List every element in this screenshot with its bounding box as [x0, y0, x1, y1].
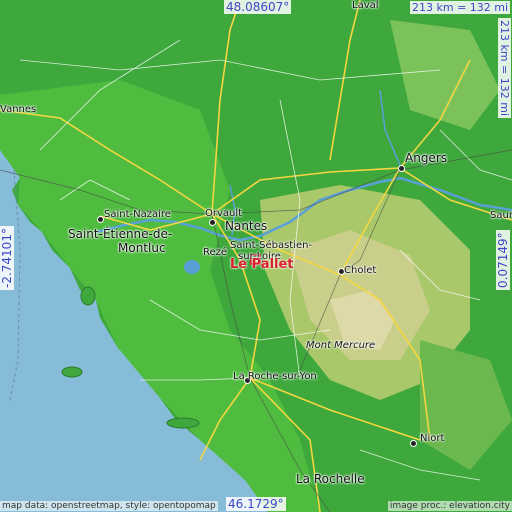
- place-label-saint-nazaire: Saint-Nazaire: [104, 209, 171, 220]
- place-label-reze: Rezé: [203, 247, 228, 258]
- image-processing-credit: image proc.: elevation.city: [387, 501, 512, 511]
- top-latitude-label: 48.08607°: [224, 0, 292, 14]
- horizontal-scale-label: 213 km = 132 mi: [410, 1, 511, 14]
- map-data-credit: map data: openstreetmap, style: opentopo…: [0, 501, 218, 511]
- place-label-cholet: Cholet: [344, 265, 377, 276]
- left-longitude-label: -2.74101°: [0, 226, 14, 290]
- place-label-montluc: Montluc: [118, 241, 166, 255]
- map-view[interactable]: Vannes Saint-Nazaire Saint-Étienne-de- M…: [0, 0, 512, 512]
- place-label-nantes: Nantes: [225, 219, 268, 233]
- nantes-dot: [209, 219, 216, 226]
- saint-nazaire-dot: [97, 216, 104, 223]
- niort-dot: [410, 440, 417, 447]
- place-label-mont-mercure: Mont Mercure: [306, 340, 376, 351]
- place-label-la-roche: La Roche-sur-Yon: [233, 371, 317, 382]
- place-label-niort: Niort: [420, 433, 445, 444]
- vertical-scale-label: 213 km = 132 mi: [498, 18, 511, 119]
- place-label-la-rochelle: La Rochelle: [296, 472, 365, 486]
- place-label-vannes: Vannes: [0, 104, 37, 115]
- bottom-latitude-label: 46.1729°: [226, 497, 286, 511]
- place-label-saint-etienne: Saint-Étienne-de-: [68, 227, 173, 241]
- right-longitude-label: 0.07149°: [496, 230, 510, 290]
- angers-dot: [398, 165, 405, 172]
- place-label-saumur: Saum: [490, 210, 512, 221]
- place-label-le-pallet: Le Pallet: [230, 257, 294, 272]
- place-label-laval: Laval: [352, 0, 379, 11]
- place-label-angers: Angers: [405, 151, 447, 165]
